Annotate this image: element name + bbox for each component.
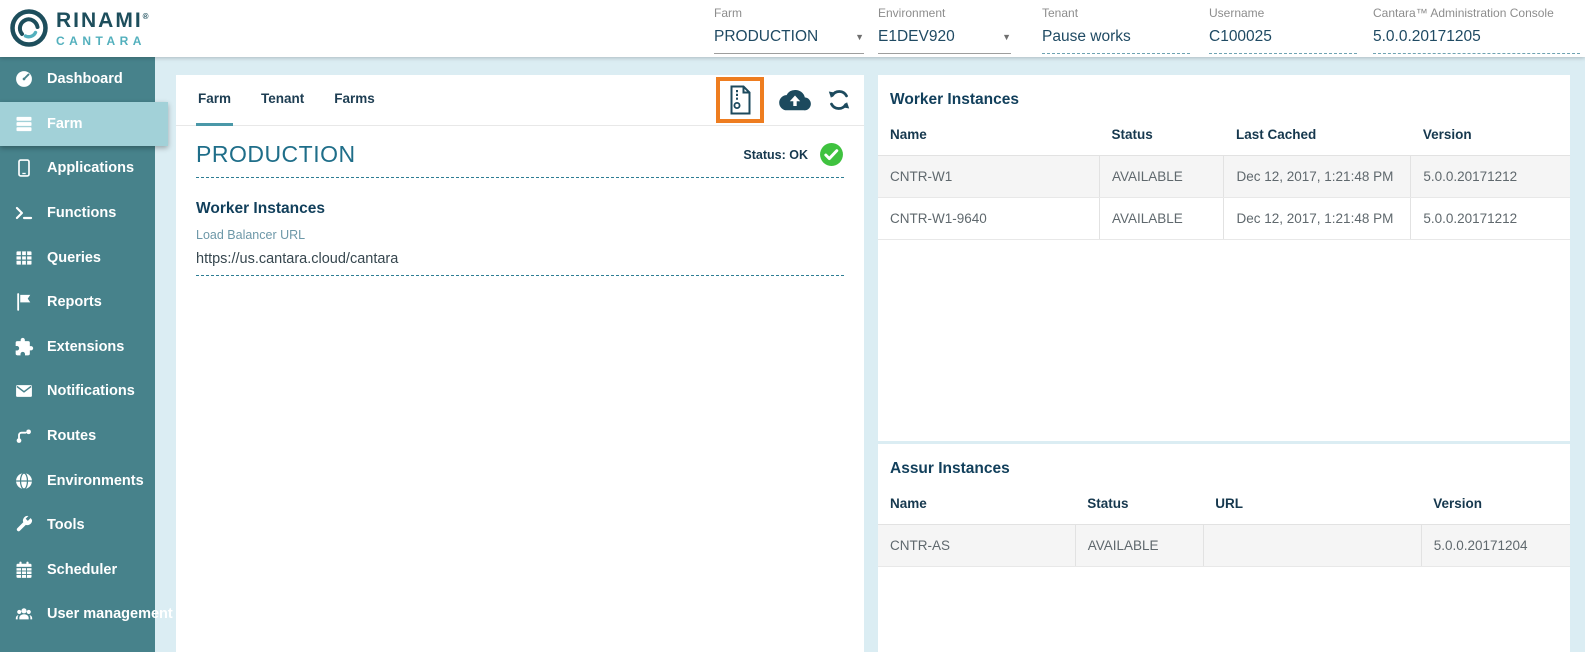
assur-instances-panel: Assur Instances Name Status URL Version … — [878, 444, 1570, 652]
sidebar-item-tools[interactable]: Tools — [0, 503, 155, 548]
server-icon — [14, 114, 34, 134]
dashboard-gauge-icon — [14, 69, 34, 89]
farm-tabbar: Farm Tenant Farms — [176, 75, 864, 126]
sidebar-item-queries[interactable]: Queries — [0, 235, 155, 280]
sidebar-item-farm[interactable]: Farm — [0, 102, 168, 147]
column-header: Name — [878, 123, 1099, 156]
calendar-icon — [14, 560, 34, 580]
worker-instances-panel: Worker Instances Name Status Last Cached… — [878, 75, 1570, 441]
sidebar-item-environments[interactable]: Environments — [0, 458, 155, 503]
table-grid-icon — [14, 248, 34, 268]
sidebar-item-user-management[interactable]: User management — [0, 592, 155, 637]
username-field: Username C100025 — [1209, 6, 1357, 54]
refresh-icon — [826, 87, 852, 113]
farm-name-title: PRODUCTION — [196, 141, 356, 168]
console-version-field: Cantara™ Administration Console 5.0.0.20… — [1373, 6, 1580, 54]
worker-instances-title: Worker Instances — [878, 75, 1570, 123]
panel-actions — [716, 77, 852, 123]
tab-tenant[interactable]: Tenant — [259, 75, 306, 126]
chevron-down-icon: ▼ — [1002, 32, 1011, 42]
terminal-icon — [14, 203, 34, 223]
wrench-icon — [14, 515, 34, 535]
assur-instances-table: Name Status URL Version CNTR-AS AVAILABL… — [878, 492, 1570, 567]
column-header: Last Cached — [1224, 123, 1411, 156]
users-icon — [14, 604, 34, 624]
status-label: Status: OK — [743, 148, 808, 162]
route-icon — [14, 426, 34, 446]
table-header-row: Name Status URL Version — [878, 492, 1570, 525]
file-archive-icon — [728, 85, 752, 115]
sidebar-item-dashboard[interactable]: Dashboard — [0, 57, 155, 102]
worker-instances-table: Name Status Last Cached Version CNTR-W1 … — [878, 123, 1570, 240]
sidebar-item-applications[interactable]: Applications — [0, 146, 155, 191]
username-field-label: Username — [1209, 6, 1357, 20]
sidebar-item-reports[interactable]: Reports — [0, 280, 155, 325]
envelope-icon — [14, 381, 34, 401]
refresh-button[interactable] — [826, 87, 852, 113]
brand-text: RINAMI® CANTARA — [56, 10, 149, 47]
column-header: URL — [1203, 492, 1421, 525]
assur-instances-title: Assur Instances — [878, 444, 1570, 492]
farm-select-label: Farm — [714, 6, 864, 20]
puzzle-icon — [14, 337, 34, 357]
load-balancer-url: https://us.cantara.cloud/cantara — [196, 251, 844, 276]
table-row: CNTR-W1 AVAILABLE Dec 12, 2017, 1:21:48 … — [878, 156, 1570, 198]
cloud-upload-button[interactable] — [779, 88, 811, 112]
check-circle-icon — [819, 142, 844, 167]
globe-icon — [14, 471, 34, 491]
farm-select-value: PRODUCTION — [714, 28, 818, 46]
tenant-field: Tenant Pause works — [1042, 6, 1190, 54]
environment-select[interactable]: Environment E1DEV920 ▼ — [878, 6, 1011, 54]
farm-status: Status: OK — [743, 142, 844, 167]
file-archive-button[interactable] — [716, 77, 764, 123]
environment-select-value: E1DEV920 — [878, 28, 955, 46]
table-row: CNTR-AS AVAILABLE 5.0.0.20171204 — [878, 525, 1570, 567]
sidebar-item-notifications[interactable]: Notifications — [0, 369, 155, 414]
console-version-value: 5.0.0.20171205 — [1373, 28, 1481, 46]
column-header: Name — [878, 492, 1075, 525]
sidebar-item-extensions[interactable]: Extensions — [0, 325, 155, 370]
load-balancer-label: Load Balancer URL — [196, 228, 844, 242]
sidebar-item-functions[interactable]: Functions — [0, 191, 155, 236]
table-header-row: Name Status Last Cached Version — [878, 123, 1570, 156]
tab-farm[interactable]: Farm — [196, 75, 233, 126]
farm-detail: PRODUCTION Status: OK Worker Instances L… — [176, 141, 864, 276]
app-header: RINAMI® CANTARA Farm PRODUCTION ▼ Environ… — [0, 0, 1585, 57]
chevron-down-icon: ▼ — [855, 32, 864, 42]
tenant-field-value: Pause works — [1042, 28, 1131, 46]
environment-select-label: Environment — [878, 6, 1011, 20]
flag-icon — [14, 292, 34, 312]
brand-name: RINAMI® — [56, 10, 149, 31]
column-header: Status — [1099, 123, 1224, 156]
worker-instances-heading: Worker Instances — [196, 200, 844, 218]
farm-panel: Farm Tenant Farms — [176, 75, 864, 652]
cloud-upload-icon — [779, 88, 811, 112]
divider — [196, 177, 844, 178]
tab-farms[interactable]: Farms — [332, 75, 377, 126]
brand-logo[interactable]: RINAMI® CANTARA — [9, 8, 149, 48]
column-header: Version — [1411, 123, 1570, 156]
sidebar-item-scheduler[interactable]: Scheduler — [0, 548, 155, 593]
console-version-label: Cantara™ Administration Console — [1373, 6, 1580, 20]
farm-select[interactable]: Farm PRODUCTION ▼ — [714, 6, 864, 54]
sidebar-item-routes[interactable]: Routes — [0, 414, 155, 459]
username-field-value: C100025 — [1209, 28, 1272, 46]
tablet-icon — [14, 158, 34, 178]
table-row: CNTR-W1-9640 AVAILABLE Dec 12, 2017, 1:2… — [878, 198, 1570, 240]
brand-subname: CANTARA — [56, 35, 149, 47]
sidebar: Dashboard Farm Applications Functions — [0, 57, 155, 652]
rinami-swirl-icon — [9, 8, 49, 48]
tenant-field-label: Tenant — [1042, 6, 1190, 20]
column-header: Status — [1075, 492, 1203, 525]
column-header: Version — [1421, 492, 1570, 525]
